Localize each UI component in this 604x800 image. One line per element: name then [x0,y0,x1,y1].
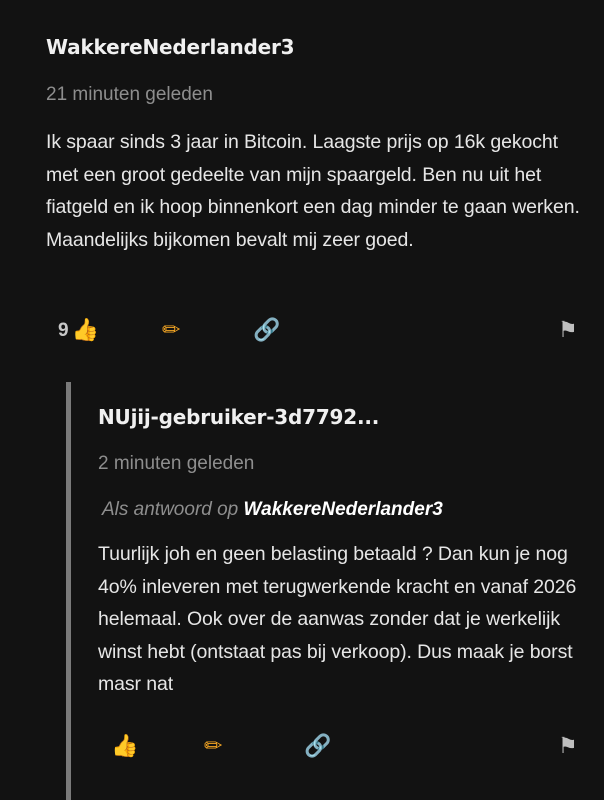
link-button[interactable]: 🔗 [253,316,280,346]
link-icon: 🔗 [304,734,332,759]
thumbs-up-icon: 👍 [71,318,99,343]
like-button[interactable]: 👍 [108,732,138,762]
like-count: 9 [58,320,69,341]
thumbs-up-icon: 👍 [111,734,139,759]
comment-timestamp: 2 minuten geleden [98,453,255,474]
comment-2: NUjij-gebruiker-3d7792... 2 minuten gele… [98,402,588,701]
flag-button[interactable]: ⚑ [558,732,578,762]
comment-1-actions: 9 👍 ✏ 🔗 ⚑ [58,316,588,346]
comment-body: Tuurlijk joh en geen belasting betaald ?… [98,543,577,695]
edit-button[interactable]: ✏ [204,732,222,762]
comment-body: Ik spaar sinds 3 jaar in Bitcoin. Laagst… [46,131,580,251]
like-button[interactable]: 9 👍 [58,316,99,346]
reply-prefix: Als antwoord op [102,499,239,520]
flag-icon: ⚑ [558,318,578,343]
thread-line [66,382,71,800]
link-icon: 🔗 [253,318,281,343]
link-button[interactable]: 🔗 [304,732,331,762]
flag-icon: ⚑ [558,734,578,759]
comment-1: WakkereNederlander3 21 minuten geleden I… [46,32,586,256]
pencil-icon: ✏ [162,318,181,343]
reply-author-link[interactable]: WakkereNederlander3 [244,499,443,520]
reply-to: Als antwoord op WakkereNederlander3 [102,496,588,524]
edit-button[interactable]: ✏ [162,316,180,346]
pencil-icon: ✏ [204,734,223,759]
comment-author[interactable]: NUjij-gebruiker-3d7792... [98,402,588,432]
comment-author[interactable]: WakkereNederlander3 [46,32,586,62]
flag-button[interactable]: ⚑ [558,316,578,346]
comment-2-actions: 👍 ✏ 🔗 ⚑ [108,732,588,762]
comment-timestamp: 21 minuten geleden [46,84,213,105]
